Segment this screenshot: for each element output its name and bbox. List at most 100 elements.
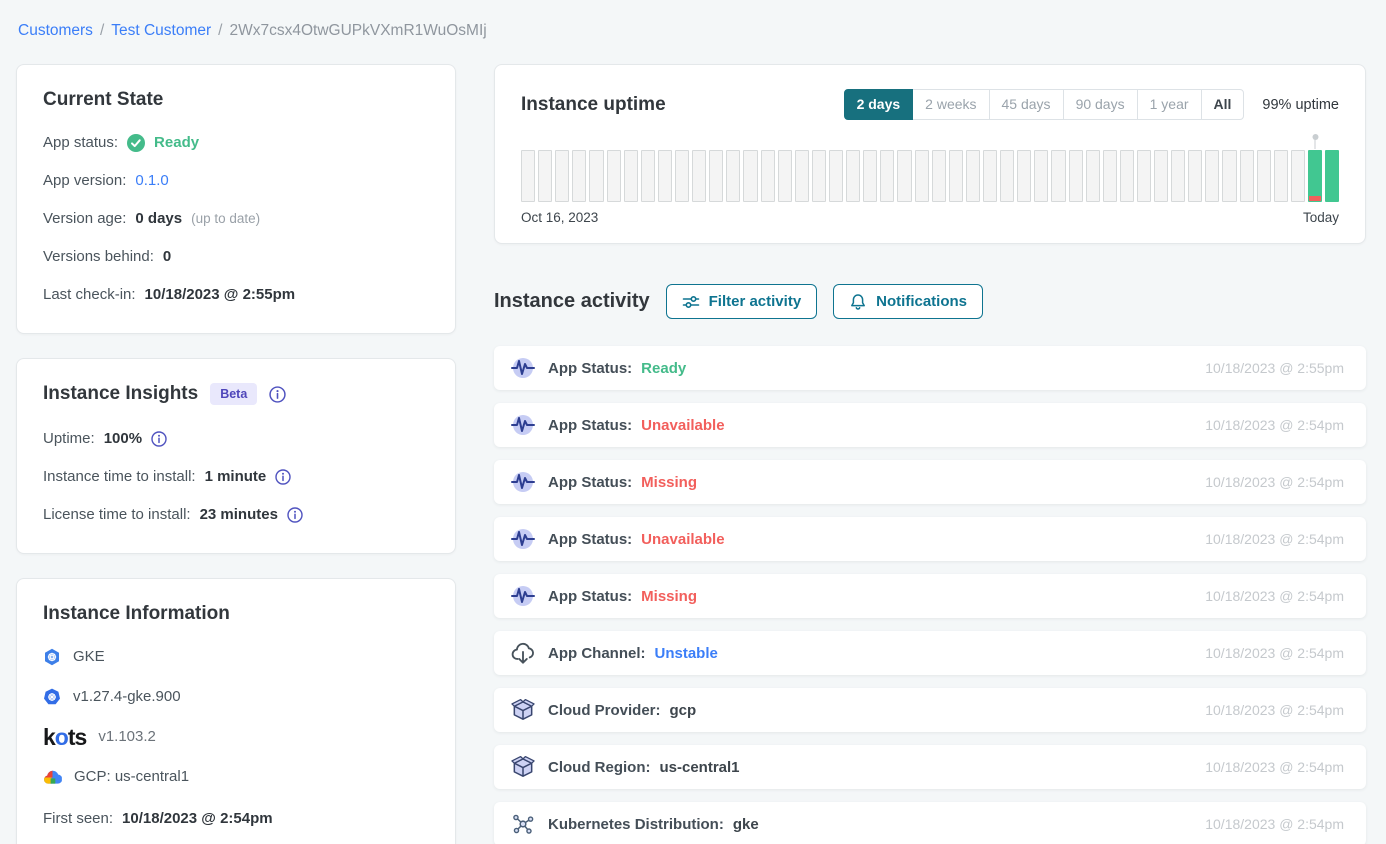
uptime-bar[interactable] <box>1000 150 1014 202</box>
versions-behind-label: Versions behind: <box>43 247 154 267</box>
uptime-bar[interactable] <box>641 150 655 202</box>
instance-tti-info-icon[interactable] <box>275 469 291 485</box>
gcp-icon <box>43 770 62 785</box>
uptime-range-1-year[interactable]: 1 year <box>1137 89 1202 120</box>
uptime-bar[interactable] <box>812 150 826 202</box>
notifications-button[interactable]: Notifications <box>833 284 983 319</box>
activity-row-value[interactable]: Unstable <box>655 645 718 662</box>
activity-row-timestamp: 10/18/2023 @ 2:54pm <box>1205 531 1344 547</box>
ready-check-icon <box>127 134 145 152</box>
k8s-version-value: v1.27.4-gke.900 <box>73 687 181 707</box>
uptime-bar[interactable] <box>1188 150 1202 202</box>
uptime-bar[interactable] <box>1291 150 1305 202</box>
uptime-bar[interactable] <box>897 150 911 202</box>
uptime-bar[interactable] <box>761 150 775 202</box>
first-seen-label: First seen: <box>43 809 113 829</box>
uptime-bar[interactable] <box>624 150 638 202</box>
uptime-bar[interactable] <box>589 150 603 202</box>
uptime-bar[interactable] <box>1171 150 1185 202</box>
uptime-bar[interactable] <box>709 150 723 202</box>
license-tti-label: License time to install: <box>43 505 191 525</box>
uptime-bar[interactable] <box>1103 150 1117 202</box>
uptime-bar[interactable] <box>915 150 929 202</box>
uptime-bar[interactable] <box>1154 150 1168 202</box>
activity-row: App Status: Missing 10/18/2023 @ 2:54pm <box>494 574 1366 618</box>
uptime-bar[interactable] <box>1120 150 1134 202</box>
uptime-bar[interactable] <box>538 150 552 202</box>
uptime-bar[interactable] <box>572 150 586 202</box>
app-version-link[interactable]: 0.1.0 <box>135 171 168 191</box>
activity-row-value: gcp <box>670 702 697 719</box>
uptime-range-2-weeks[interactable]: 2 weeks <box>912 89 989 120</box>
uptime-bar[interactable] <box>1308 150 1322 202</box>
uptime-value: 100% <box>104 429 142 449</box>
activity-row: App Status: Unavailable 10/18/2023 @ 2:5… <box>494 403 1366 447</box>
uptime-range-all[interactable]: All <box>1201 89 1245 120</box>
pulse-icon <box>510 355 536 381</box>
uptime-bar[interactable] <box>555 150 569 202</box>
chart-start-date: Oct 16, 2023 <box>521 210 598 225</box>
uptime-bar[interactable] <box>778 150 792 202</box>
breadcrumb-instance-id: 2Wx7csx4OtwGUPkVXmR1WuOsMIj <box>229 22 486 39</box>
uptime-bar[interactable] <box>743 150 757 202</box>
uptime-bar[interactable] <box>1325 150 1339 202</box>
uptime-range-group: 2 days2 weeks45 days90 days1 yearAll <box>844 89 1245 120</box>
uptime-bar-down-segment <box>1309 196 1321 201</box>
breadcrumb-customers-link[interactable]: Customers <box>18 22 93 39</box>
uptime-bar[interactable] <box>1137 150 1151 202</box>
activity-row-value: Missing <box>641 588 697 605</box>
uptime-bar[interactable] <box>1017 150 1031 202</box>
uptime-bar[interactable] <box>1069 150 1083 202</box>
uptime-bar[interactable] <box>795 150 809 202</box>
uptime-bar[interactable] <box>1051 150 1065 202</box>
uptime-bar[interactable] <box>829 150 843 202</box>
uptime-bar[interactable] <box>1240 150 1254 202</box>
current-state-card: Current State App status: Ready App vers… <box>16 64 456 334</box>
uptime-range-90-days[interactable]: 90 days <box>1063 89 1138 120</box>
customer-instance-page: Customers/Test Customer/2Wx7csx4OtwGUPkV… <box>0 0 1386 844</box>
last-checkin-value: 10/18/2023 @ 2:55pm <box>145 285 296 305</box>
uptime-bar[interactable] <box>863 150 877 202</box>
uptime-bar[interactable] <box>932 150 946 202</box>
activity-row-value: Ready <box>641 360 686 377</box>
activity-row-label: Cloud Provider: <box>548 702 661 719</box>
insights-info-icon[interactable] <box>269 386 286 403</box>
uptime-bar[interactable] <box>675 150 689 202</box>
uptime-label: Uptime: <box>43 429 95 449</box>
uptime-bar[interactable] <box>1086 150 1100 202</box>
uptime-bar[interactable] <box>880 150 894 202</box>
filter-activity-button[interactable]: Filter activity <box>666 284 818 319</box>
uptime-info-icon[interactable] <box>151 431 167 447</box>
instance-tti-label: Instance time to install: <box>43 467 196 487</box>
uptime-percentage: 99% uptime <box>1262 97 1339 113</box>
activity-row-value: Unavailable <box>641 531 724 548</box>
breadcrumb-customer-link[interactable]: Test Customer <box>111 22 211 39</box>
breadcrumb: Customers/Test Customer/2Wx7csx4OtwGUPkV… <box>18 22 1366 40</box>
uptime-bar[interactable] <box>1274 150 1288 202</box>
uptime-bar[interactable] <box>1222 150 1236 202</box>
activity-row-label: App Status: <box>548 360 632 377</box>
uptime-bar[interactable] <box>846 150 860 202</box>
uptime-bar[interactable] <box>1257 150 1271 202</box>
uptime-range-45-days[interactable]: 45 days <box>989 89 1064 120</box>
uptime-bar[interactable] <box>658 150 672 202</box>
instance-activity-title: Instance activity <box>494 290 650 313</box>
breadcrumb-separator: / <box>218 22 222 39</box>
first-seen-value: 10/18/2023 @ 2:54pm <box>122 809 273 829</box>
instance-uptime-title: Instance uptime <box>521 94 666 116</box>
uptime-bar[interactable] <box>983 150 997 202</box>
uptime-bar[interactable] <box>1034 150 1048 202</box>
license-tti-info-icon[interactable] <box>287 507 303 523</box>
uptime-bar[interactable] <box>1205 150 1219 202</box>
uptime-bar[interactable] <box>966 150 980 202</box>
uptime-bar[interactable] <box>949 150 963 202</box>
uptime-range-2-days[interactable]: 2 days <box>844 89 914 120</box>
instance-uptime-card: Instance uptime 2 days2 weeks45 days90 d… <box>494 64 1366 244</box>
uptime-bar[interactable] <box>607 150 621 202</box>
uptime-bar[interactable] <box>521 150 535 202</box>
versions-behind-value: 0 <box>163 247 171 267</box>
uptime-bar[interactable] <box>726 150 740 202</box>
activity-list: App Status: Ready 10/18/2023 @ 2:55pm Ap… <box>494 346 1366 844</box>
activity-row-timestamp: 10/18/2023 @ 2:54pm <box>1205 759 1344 775</box>
uptime-bar[interactable] <box>692 150 706 202</box>
